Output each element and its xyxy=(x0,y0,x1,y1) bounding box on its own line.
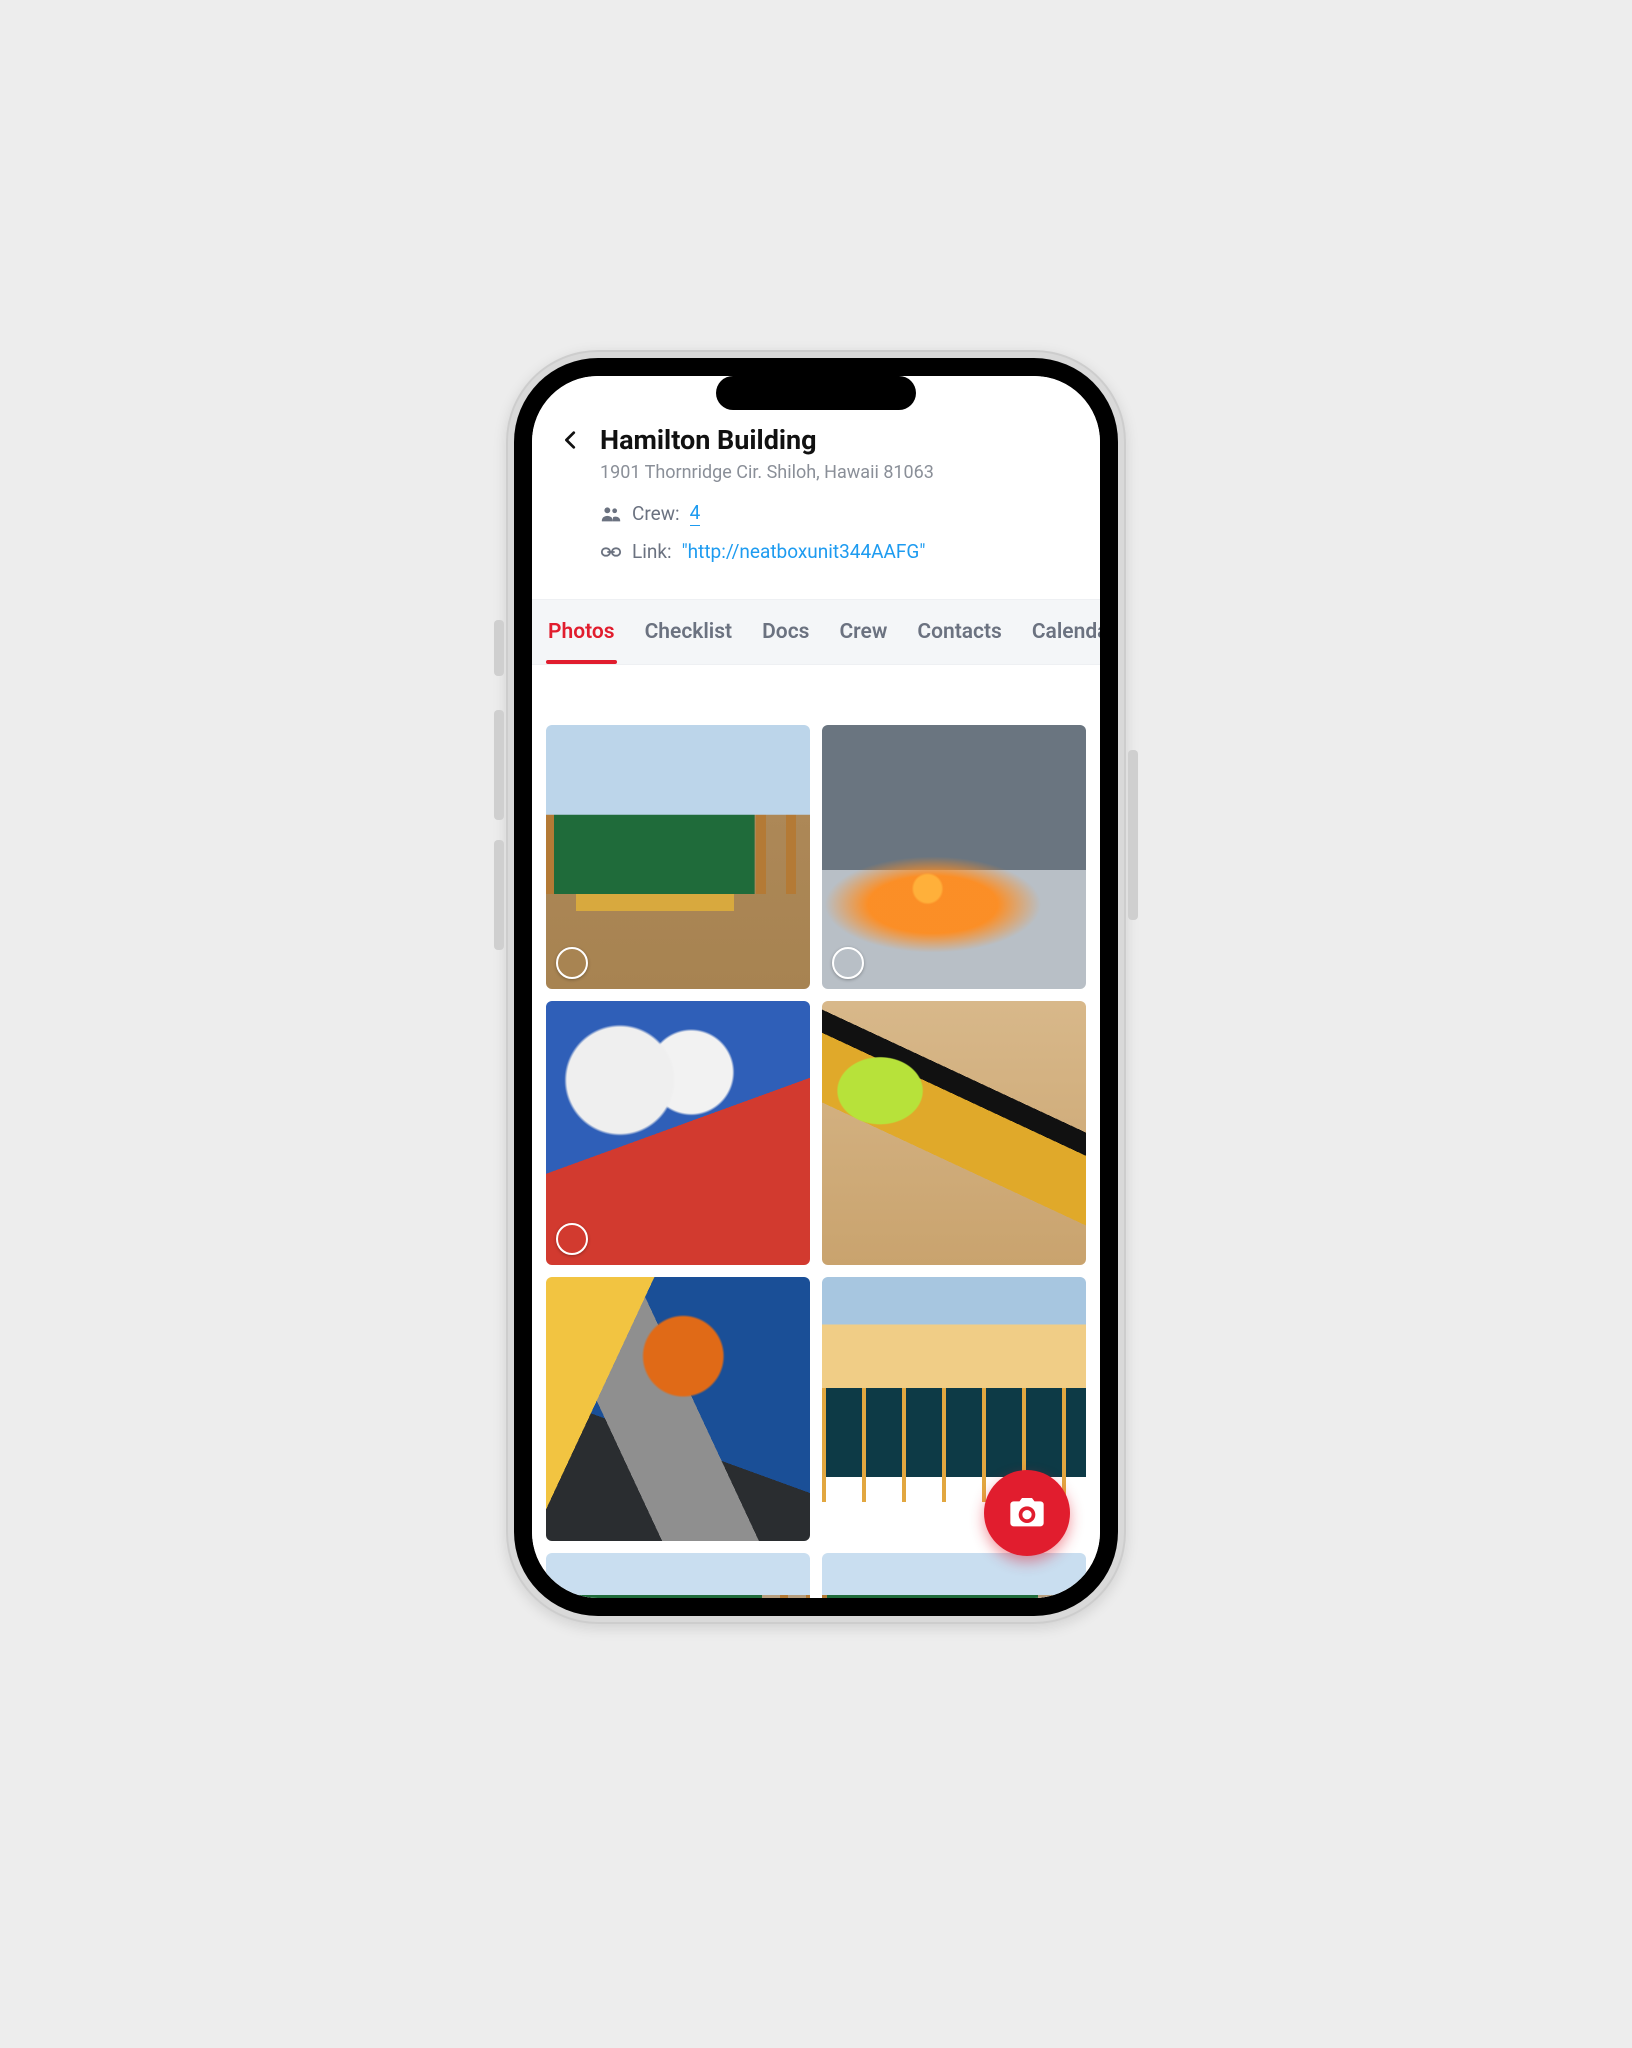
crew-row: Crew: 4 xyxy=(600,501,1072,526)
photos-content xyxy=(532,665,1100,1598)
photo-grid xyxy=(546,725,1086,1598)
uploader-avatar xyxy=(556,1223,588,1255)
tab-calendar[interactable]: Calendar xyxy=(1030,600,1100,664)
photo-thumbnail[interactable] xyxy=(546,1001,810,1265)
notch xyxy=(716,376,916,410)
tab-docs[interactable]: Docs xyxy=(760,600,811,664)
tabs[interactable]: Photos Checklist Docs Crew Contacts Cale… xyxy=(532,600,1100,664)
crew-label: Crew: xyxy=(632,502,680,525)
side-button xyxy=(494,620,504,676)
app-screen: Hamilton Building 1901 Thornridge Cir. S… xyxy=(532,376,1100,1598)
tab-crew[interactable]: Crew xyxy=(837,600,889,664)
uploader-avatar xyxy=(832,947,864,979)
volume-down-button xyxy=(494,840,504,950)
crew-count-link[interactable]: 4 xyxy=(690,501,701,526)
photo-thumbnail[interactable] xyxy=(546,1277,810,1541)
back-button[interactable] xyxy=(560,429,582,451)
link-row: Link: "http://neatboxunit344AAFG" xyxy=(600,540,1072,563)
project-address: 1901 Thornridge Cir. Shiloh, Hawaii 8106… xyxy=(600,462,1072,483)
tabs-bar: Photos Checklist Docs Crew Contacts Cale… xyxy=(532,599,1100,665)
link-icon xyxy=(600,541,622,563)
photo-thumbnail[interactable] xyxy=(822,725,1086,989)
volume-up-button xyxy=(494,710,504,820)
project-link[interactable]: "http://neatboxunit344AAFG" xyxy=(682,540,926,563)
power-button xyxy=(1128,750,1138,920)
tab-checklist[interactable]: Checklist xyxy=(643,600,735,664)
photo-thumbnail[interactable] xyxy=(822,1001,1086,1265)
people-icon xyxy=(600,503,622,525)
link-label: Link: xyxy=(632,540,672,563)
photo-thumbnail[interactable] xyxy=(546,725,810,989)
project-title: Hamilton Building xyxy=(600,424,817,456)
uploader-avatar xyxy=(556,947,588,979)
photo-thumbnail[interactable] xyxy=(546,1553,810,1598)
phone-bezel: Hamilton Building 1901 Thornridge Cir. S… xyxy=(514,358,1118,1616)
tab-photos[interactable]: Photos xyxy=(546,600,617,664)
capture-photo-button[interactable] xyxy=(984,1470,1070,1556)
photo-thumbnail[interactable] xyxy=(822,1553,1086,1598)
phone-frame: Hamilton Building 1901 Thornridge Cir. S… xyxy=(506,350,1126,1624)
camera-icon xyxy=(1007,1493,1047,1533)
chevron-left-icon xyxy=(560,429,582,451)
tab-contacts[interactable]: Contacts xyxy=(915,600,1003,664)
